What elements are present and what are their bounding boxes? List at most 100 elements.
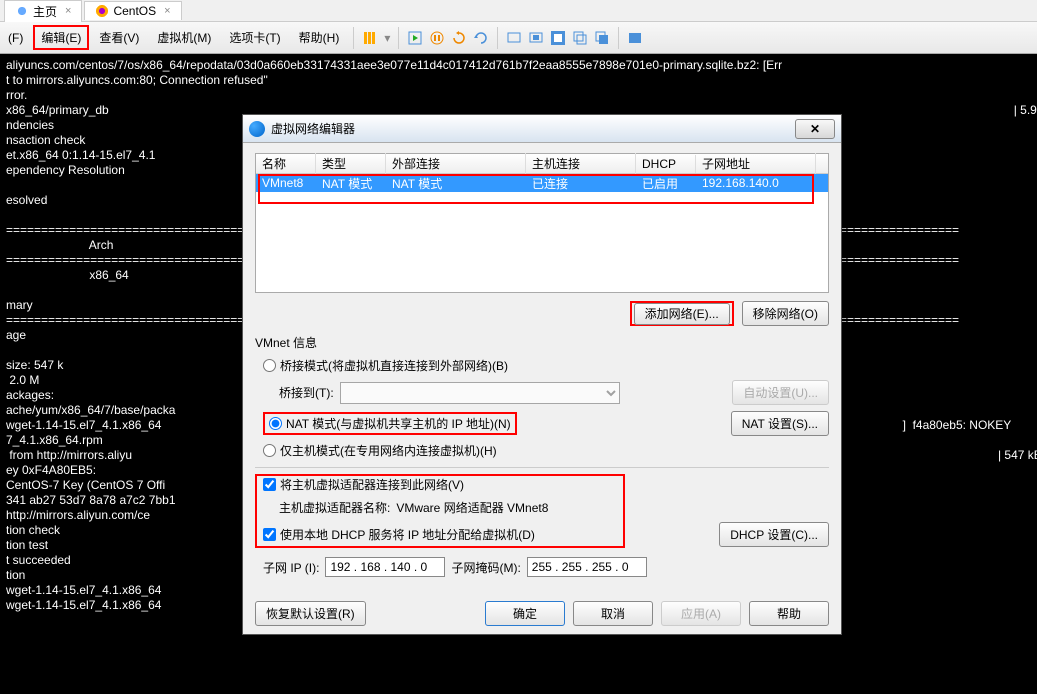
terminal-line: CentOS-7 Key (CentOS 7 Offi (6, 478, 165, 492)
toolbar-unity-icon[interactable] (570, 28, 590, 48)
col-dhcp: DHCP (636, 155, 696, 173)
host-adapter-label: 将主机虚拟适配器连接到此网络(V) (280, 476, 464, 493)
terminal-right: ] f4a80eb5: NOKEY (903, 418, 1012, 432)
toolbar-snapshot-icon[interactable] (471, 28, 491, 48)
tab-centos[interactable]: CentOS × (84, 1, 181, 20)
toolbar-power-icon[interactable] (405, 28, 425, 48)
cell-name: VMnet8 (256, 175, 316, 191)
tab-label: CentOS (113, 4, 156, 18)
auto-settings-button: 自动设置(U)... (732, 380, 829, 405)
tab-home[interactable]: 主页× (4, 0, 82, 22)
terminal-line: tion (6, 568, 25, 582)
bridge-to-label: 桥接到(T): (279, 384, 334, 401)
terminal-line: tion test (6, 538, 48, 552)
add-network-button[interactable]: 添加网络(E)... (634, 303, 730, 325)
terminal-line: 341 ab27 53d7 8a78 a7c2 7bb1 (6, 493, 176, 507)
terminal-right: | 547 kB (998, 448, 1037, 462)
col-type: 类型 (316, 153, 386, 174)
virtual-network-editor-dialog: 虚拟网络编辑器 ✕ 名称 类型 外部连接 主机连接 DHCP 子网地址 VMne… (242, 114, 842, 635)
terminal-line: ependency Resolution (6, 163, 125, 177)
close-button[interactable]: ✕ (795, 119, 835, 139)
remove-network-button[interactable]: 移除网络(O) (742, 301, 829, 326)
dhcp-settings-button[interactable]: DHCP 设置(C)... (719, 522, 829, 547)
dropdown-arrow-icon[interactable]: ▾ (382, 31, 392, 45)
col-subnet: 子网地址 (696, 153, 816, 174)
terminal-line: wget-1.14-15.el7_4.1.x86_64 (6, 598, 161, 612)
cell-type: NAT 模式 (316, 174, 386, 193)
separator (353, 27, 354, 49)
terminal-line: esolved (6, 193, 47, 207)
terminal-line: mary (6, 298, 33, 312)
nat-radio[interactable] (269, 417, 282, 430)
terminal-line: size: 547 k (6, 358, 63, 372)
menu-vm[interactable]: 虚拟机(M) (149, 25, 219, 50)
cell-subnet: 192.168.140.0 (696, 175, 816, 191)
dhcp-checkbox[interactable] (263, 528, 276, 541)
network-row-vmnet8[interactable]: VMnet8 NAT 模式 NAT 模式 已连接 已启用 192.168.140… (256, 174, 828, 192)
terminal-line: wget-1.14-15.el7_4.1.x86_64 (6, 418, 161, 432)
terminal-line: t succeeded (6, 553, 71, 567)
terminal-line: http://mirrors.aliyun.com/ce (6, 508, 150, 522)
close-icon[interactable]: × (61, 5, 71, 17)
menu-bar: (F) 编辑(E) 查看(V) 虚拟机(M) 选项卡(T) 帮助(H) ▾ (0, 22, 1037, 54)
toolbar-thumbnails-icon[interactable] (592, 28, 612, 48)
terminal-line: t to mirrors.aliyuncs.com:80; Connection… (6, 73, 268, 87)
separator (398, 27, 399, 49)
terminal-line: age (6, 328, 26, 342)
restore-defaults-button[interactable]: 恢复默认设置(R) (255, 601, 366, 626)
cancel-button[interactable]: 取消 (573, 601, 653, 626)
bridge-radio[interactable] (263, 359, 276, 372)
centos-icon (95, 4, 109, 18)
list-header: 名称 类型 外部连接 主机连接 DHCP 子网地址 (256, 154, 828, 174)
bridge-radio-label: 桥接模式(将虚拟机直接连接到外部网络)(B) (280, 357, 508, 374)
col-ext: 外部连接 (386, 153, 526, 174)
host-adapter-name: VMware 网络适配器 VMnet8 (396, 499, 548, 516)
menu-help[interactable]: 帮助(H) (291, 25, 348, 50)
ok-button[interactable]: 确定 (485, 601, 565, 626)
dhcp-label: 使用本地 DHCP 服务将 IP 地址分配给虚拟机(D) (280, 526, 535, 543)
toolbar-console-icon[interactable] (625, 28, 645, 48)
toolbar-fullscreen-icon[interactable] (548, 28, 568, 48)
terminal-line: ackages: (6, 388, 54, 402)
col-host: 主机连接 (526, 153, 636, 174)
menu-view[interactable]: 查看(V) (91, 25, 147, 50)
terminal-line: aliyuncs.com/centos/7/os/x86_64/repodata… (6, 58, 782, 72)
toolbar-screen2-icon[interactable] (526, 28, 546, 48)
toolbar-library-icon[interactable] (360, 28, 380, 48)
toolbar-reset-icon[interactable] (449, 28, 469, 48)
toolbar-screen1-icon[interactable] (504, 28, 524, 48)
terminal-line: wget-1.14-15.el7_4.1.x86_64 (6, 583, 161, 597)
terminal-line: ey 0xF4A80EB5: (6, 463, 96, 477)
network-list[interactable]: 名称 类型 外部连接 主机连接 DHCP 子网地址 VMnet8 NAT 模式 … (255, 153, 829, 293)
subnet-mask-input[interactable] (527, 557, 647, 577)
nat-settings-button[interactable]: NAT 设置(S)... (731, 411, 829, 436)
terminal-line: rror. (6, 88, 27, 102)
apply-button: 应用(A) (661, 601, 741, 626)
bridge-to-select (340, 382, 620, 404)
app-icon (249, 121, 265, 137)
menu-edit[interactable]: 编辑(E) (33, 25, 89, 50)
menu-tabs[interactable]: 选项卡(T) (221, 25, 288, 50)
hostonly-radio[interactable] (263, 444, 276, 457)
dialog-titlebar[interactable]: 虚拟网络编辑器 ✕ (243, 115, 841, 143)
tab-bar: 主页× CentOS × (0, 0, 1037, 22)
cell-host: 已连接 (526, 174, 636, 193)
close-icon[interactable]: × (160, 5, 170, 17)
help-button[interactable]: 帮助 (749, 601, 829, 626)
col-name: 名称 (256, 153, 316, 174)
terminal-line: nsaction check (6, 133, 85, 147)
subnet-ip-input[interactable] (325, 557, 445, 577)
cell-ext: NAT 模式 (386, 174, 526, 193)
terminal-line: from http://mirrors.aliyu (6, 448, 132, 462)
terminal-line: tion check (6, 523, 60, 537)
subnet-ip-label: 子网 IP (I): (263, 559, 319, 576)
terminal-line: x86_64/primary_db (6, 103, 109, 117)
vmnet-info-label: VMnet 信息 (255, 334, 829, 351)
menu-file[interactable]: (F) (4, 27, 31, 49)
host-adapter-checkbox[interactable] (263, 478, 276, 491)
terminal-line: ndencies (6, 118, 54, 132)
toolbar-suspend-icon[interactable] (427, 28, 447, 48)
dialog-footer: 恢复默认设置(R) 确定 取消 应用(A) 帮助 (243, 593, 841, 634)
cell-dhcp: 已启用 (636, 174, 696, 193)
host-adapter-name-label: 主机虚拟适配器名称: (279, 499, 390, 516)
